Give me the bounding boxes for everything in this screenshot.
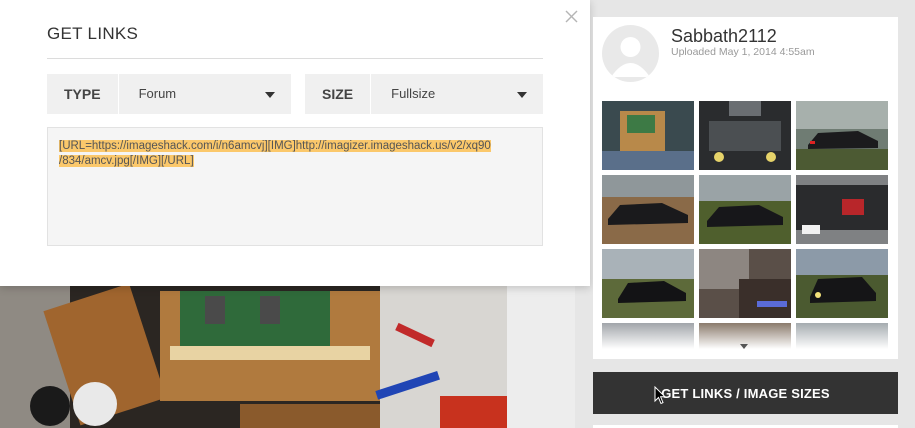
chevron-down-icon [517, 92, 527, 98]
thumbnail-side-grass[interactable] [699, 175, 791, 244]
thumbnail-side-lawn[interactable] [602, 175, 694, 244]
get-links-button[interactable]: GET LINKS / IMAGE SIZES [593, 372, 898, 414]
thumbnail-rear[interactable] [796, 175, 888, 244]
size-option: SIZE Fullsize [305, 74, 543, 114]
thumbnail-interior[interactable] [699, 249, 791, 318]
username[interactable]: Sabbath2112 [671, 26, 777, 47]
thumbnail-grid [602, 101, 889, 349]
type-label: TYPE [47, 74, 119, 114]
thumbnail-project-board[interactable] [602, 101, 694, 170]
thumbnail-front-night[interactable] [796, 249, 888, 318]
size-label: SIZE [305, 74, 372, 114]
get-links-modal: GET LINKS TYPE Forum SIZE Fullsize [URL=… [0, 0, 590, 286]
mouse-pointer-icon [654, 386, 666, 405]
size-select[interactable]: Fullsize [371, 74, 543, 114]
upload-date: Uploaded May 1, 2014 4:55am [671, 46, 815, 58]
embed-code-line-2: /834/amcv.jpg[/IMG][/URL] [59, 155, 194, 167]
modal-title: GET LINKS [47, 24, 139, 43]
title-divider [47, 58, 543, 59]
main-photo [0, 286, 507, 428]
type-select-value: Forum [138, 86, 177, 101]
thumbnail-side-trees[interactable] [602, 249, 694, 318]
user-avatar-icon[interactable] [602, 25, 659, 82]
close-icon[interactable] [563, 8, 580, 25]
embed-code-line-1: [URL=https://imageshack.com/i/n6amcvj][I… [59, 140, 491, 152]
type-option: TYPE Forum [47, 74, 291, 114]
chevron-down-icon [265, 92, 275, 98]
chevron-down-icon[interactable] [740, 344, 748, 349]
size-select-value: Fullsize [391, 86, 436, 101]
type-select[interactable]: Forum [119, 74, 291, 114]
embed-code-textarea[interactable]: [URL=https://imageshack.com/i/n6amcvj][I… [47, 127, 543, 246]
uploader-card: Sabbath2112 Uploaded May 1, 2014 4:55am [593, 17, 898, 359]
thumbnail-engine-bay[interactable] [699, 101, 791, 170]
thumbnail-side-dusk[interactable] [796, 101, 888, 170]
